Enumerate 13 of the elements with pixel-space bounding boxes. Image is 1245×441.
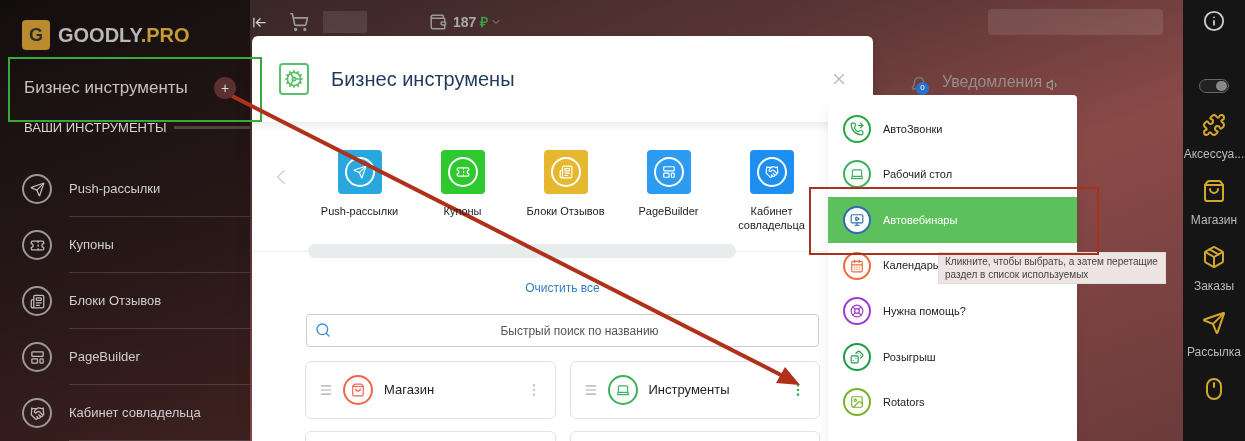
logo-text: GOODLY.PRO bbox=[58, 23, 190, 48]
card-label: Инструменты bbox=[648, 381, 731, 400]
balance-amount: 187 ₽ bbox=[453, 12, 489, 32]
tile-label: PageBuilder bbox=[637, 204, 700, 218]
modal-title: Бизнес инструмены bbox=[331, 67, 516, 92]
tooltip: Кликните, чтобы выбрать, а затем перетащие раздел в список используемых bbox=[938, 252, 1166, 284]
tile-label: Блоки Отзывов bbox=[525, 204, 606, 218]
card-label: Магазин bbox=[384, 381, 436, 400]
tile-label: Push-рассылки bbox=[319, 204, 400, 218]
section-heading: ВАШИ ИНСТРУМЕНТЫ bbox=[23, 118, 168, 137]
section-title: Бизнес инструменты bbox=[24, 77, 189, 99]
logo-bag: G bbox=[22, 20, 50, 50]
tile-label: Кабинет совладельца bbox=[737, 204, 806, 232]
